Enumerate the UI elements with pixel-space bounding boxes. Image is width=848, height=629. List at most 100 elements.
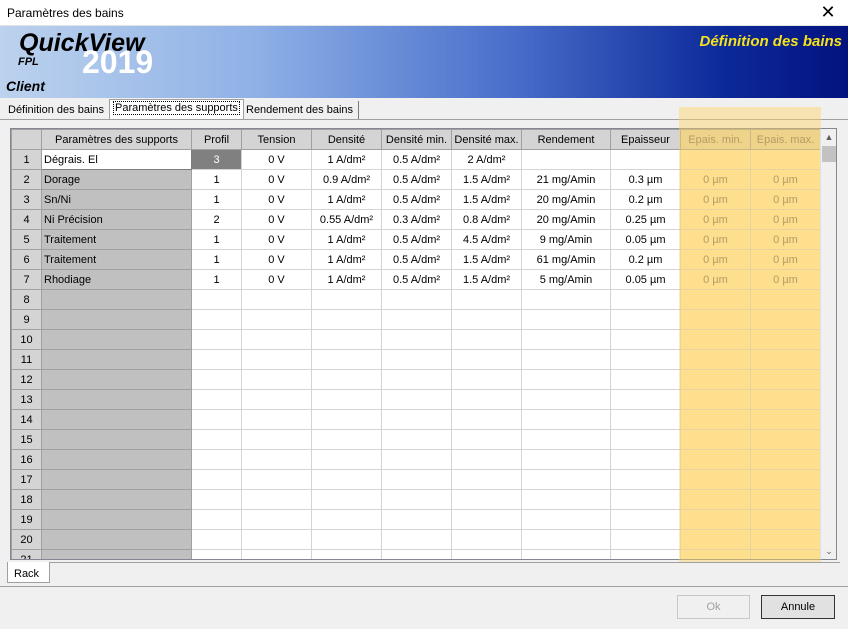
epais-min-cell[interactable] (680, 149, 751, 170)
densite-cell[interactable] (311, 509, 382, 530)
row-number[interactable]: 7 (11, 269, 42, 290)
epais-min-cell[interactable] (680, 289, 751, 310)
epaisseur-cell[interactable] (610, 369, 681, 390)
column-header[interactable]: Densité min. (381, 129, 452, 150)
epais-min-cell[interactable]: 0 µm (680, 229, 751, 250)
densite-cell[interactable] (311, 309, 382, 330)
densite-min-cell[interactable] (381, 529, 452, 550)
epais-min-cell[interactable] (680, 489, 751, 510)
densite-cell[interactable]: 0.55 A/dm² (311, 209, 382, 230)
tension-cell[interactable] (241, 329, 312, 350)
tension-cell[interactable] (241, 529, 312, 550)
densite-max-cell[interactable]: 1.5 A/dm² (451, 249, 522, 270)
row-number[interactable]: 16 (11, 449, 42, 470)
densite-cell[interactable] (311, 389, 382, 410)
epaisseur-cell[interactable] (610, 489, 681, 510)
densite-min-cell[interactable]: 0.5 A/dm² (381, 229, 452, 250)
column-header[interactable]: Paramètres des supports (41, 129, 192, 150)
tension-cell[interactable]: 0 V (241, 169, 312, 190)
profil-cell[interactable]: 1 (191, 229, 242, 250)
profil-cell[interactable] (191, 549, 242, 559)
rendement-cell[interactable] (521, 329, 611, 350)
densite-min-cell[interactable]: 0.5 A/dm² (381, 249, 452, 270)
densite-max-cell[interactable]: 1.5 A/dm² (451, 269, 522, 290)
densite-max-cell[interactable] (451, 509, 522, 530)
densite-max-cell[interactable] (451, 549, 522, 559)
tab-rack[interactable]: Rack (7, 562, 50, 583)
rendement-cell[interactable] (521, 509, 611, 530)
support-name-cell[interactable] (41, 429, 192, 450)
densite-min-cell[interactable] (381, 289, 452, 310)
epaisseur-cell[interactable]: 0.05 µm (610, 269, 681, 290)
column-header[interactable]: Profil (191, 129, 242, 150)
rendement-cell[interactable]: 5 mg/Amin (521, 269, 611, 290)
epais-max-cell[interactable] (750, 289, 821, 310)
densite-max-cell[interactable] (451, 429, 522, 450)
profil-cell[interactable]: 1 (191, 269, 242, 290)
profil-cell[interactable] (191, 369, 242, 390)
support-name-cell[interactable] (41, 529, 192, 550)
rendement-cell[interactable] (521, 149, 611, 170)
row-number[interactable]: 21 (11, 549, 42, 559)
tab-definition-bains[interactable]: Définition des bains (3, 101, 111, 120)
tension-cell[interactable]: 0 V (241, 209, 312, 230)
profil-cell[interactable] (191, 409, 242, 430)
epais-max-cell[interactable] (750, 449, 821, 470)
rendement-cell[interactable] (521, 309, 611, 330)
row-number[interactable]: 18 (11, 489, 42, 510)
rendement-cell[interactable] (521, 529, 611, 550)
rendement-cell[interactable] (521, 389, 611, 410)
densite-min-cell[interactable] (381, 349, 452, 370)
support-name-cell[interactable]: Dégrais. El (41, 149, 192, 170)
densite-cell[interactable]: 0.9 A/dm² (311, 169, 382, 190)
epais-max-cell[interactable] (750, 429, 821, 450)
column-header[interactable]: Epais. max. (750, 129, 821, 150)
densite-min-cell[interactable] (381, 469, 452, 490)
row-number[interactable]: 19 (11, 509, 42, 530)
row-number[interactable]: 13 (11, 389, 42, 410)
epaisseur-cell[interactable] (610, 549, 681, 559)
row-number[interactable]: 8 (11, 289, 42, 310)
tension-cell[interactable] (241, 429, 312, 450)
column-header[interactable]: Densité (311, 129, 382, 150)
profil-cell[interactable] (191, 349, 242, 370)
profil-cell[interactable] (191, 529, 242, 550)
densite-cell[interactable] (311, 329, 382, 350)
profil-cell[interactable]: 1 (191, 189, 242, 210)
scroll-thumb[interactable] (822, 146, 836, 162)
epais-min-cell[interactable] (680, 429, 751, 450)
densite-max-cell[interactable]: 4.5 A/dm² (451, 229, 522, 250)
epaisseur-cell[interactable] (610, 389, 681, 410)
epais-min-cell[interactable]: 0 µm (680, 169, 751, 190)
profil-cell[interactable] (191, 449, 242, 470)
epaisseur-cell[interactable] (610, 429, 681, 450)
support-name-cell[interactable] (41, 469, 192, 490)
tension-cell[interactable]: 0 V (241, 229, 312, 250)
epais-max-cell[interactable] (750, 349, 821, 370)
profil-cell[interactable]: 2 (191, 209, 242, 230)
rendement-cell[interactable] (521, 549, 611, 559)
densite-max-cell[interactable] (451, 529, 522, 550)
densite-cell[interactable] (311, 289, 382, 310)
row-number[interactable]: 10 (11, 329, 42, 350)
densite-max-cell[interactable] (451, 389, 522, 410)
tension-cell[interactable] (241, 449, 312, 470)
epais-max-cell[interactable]: 0 µm (750, 209, 821, 230)
row-number[interactable]: 20 (11, 529, 42, 550)
tension-cell[interactable]: 0 V (241, 269, 312, 290)
epais-max-cell[interactable]: 0 µm (750, 269, 821, 290)
tension-cell[interactable] (241, 409, 312, 430)
densite-max-cell[interactable] (451, 489, 522, 510)
row-number[interactable]: 9 (11, 309, 42, 330)
column-header[interactable]: Tension (241, 129, 312, 150)
rendement-cell[interactable] (521, 489, 611, 510)
epais-min-cell[interactable] (680, 549, 751, 559)
support-name-cell[interactable] (41, 509, 192, 530)
epaisseur-cell[interactable]: 0.3 µm (610, 169, 681, 190)
epais-min-cell[interactable] (680, 409, 751, 430)
densite-max-cell[interactable]: 2 A/dm² (451, 149, 522, 170)
epais-max-cell[interactable] (750, 389, 821, 410)
rendement-cell[interactable]: 9 mg/Amin (521, 229, 611, 250)
rendement-cell[interactable] (521, 429, 611, 450)
rendement-cell[interactable]: 61 mg/Amin (521, 249, 611, 270)
